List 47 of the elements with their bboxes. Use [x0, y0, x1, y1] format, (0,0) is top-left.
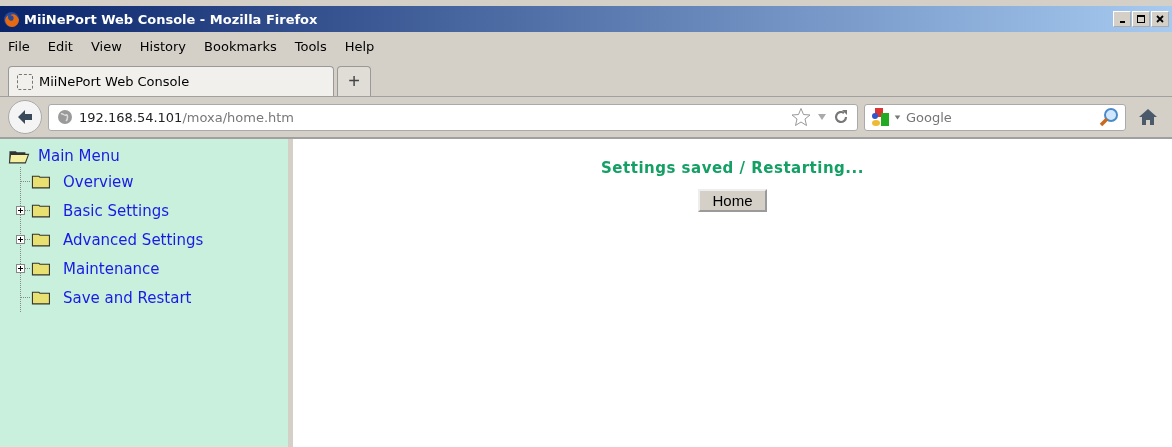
menu-item[interactable]: Tools — [294, 38, 327, 54]
url-host: 192.168.54.101 — [79, 109, 183, 125]
search-icon[interactable] — [1099, 107, 1119, 127]
expand-icon[interactable] — [16, 264, 25, 273]
globe-icon — [57, 109, 73, 125]
menu-item[interactable]: File — [8, 38, 30, 54]
address-bar[interactable]: 192.168.54.101/moxa/home.htm — [48, 103, 858, 131]
home-button[interactable]: Home — [698, 189, 767, 212]
folder-icon — [31, 173, 53, 190]
menu-item[interactable]: History — [139, 38, 187, 54]
maximize-button[interactable] — [1132, 11, 1150, 27]
tree-item[interactable]: Save and Restart — [63, 288, 192, 307]
url-path: /moxa/home.htm — [182, 109, 294, 125]
expand-icon[interactable] — [16, 235, 25, 244]
menu-item[interactable]: Help — [344, 38, 375, 54]
menu-item[interactable]: Edit — [47, 38, 73, 54]
search-engine-icon — [871, 107, 891, 127]
status-message: Settings saved / Restarting... — [601, 159, 864, 177]
folder-icon — [31, 289, 53, 306]
tree-item[interactable]: Advanced Settings — [63, 230, 204, 249]
menu-item[interactable]: Bookmarks — [204, 38, 277, 54]
search-bar[interactable]: Google — [864, 103, 1126, 131]
browser-logo-icon — [3, 10, 20, 28]
minimize-button[interactable] — [1113, 11, 1131, 27]
tree-item[interactable]: Basic Settings — [63, 201, 169, 220]
menu-item[interactable]: View — [90, 38, 122, 54]
close-button[interactable] — [1151, 11, 1169, 27]
folder-icon — [31, 202, 53, 219]
tree-item[interactable]: Overview — [63, 172, 134, 191]
minimize-icon — [1119, 21, 1125, 23]
back-button[interactable] — [8, 100, 42, 134]
maximize-icon — [1136, 14, 1146, 24]
page-icon — [17, 73, 33, 90]
reload-icon[interactable] — [833, 109, 849, 125]
star-icon[interactable] — [791, 107, 811, 127]
home-icon[interactable] — [1138, 107, 1158, 127]
close-icon — [1155, 14, 1165, 24]
tree-item[interactable]: Maintenance — [63, 259, 160, 278]
tab-title: MiiNePort Web Console — [39, 74, 190, 89]
tree-item[interactable]: Main Menu — [8, 145, 280, 167]
folder-icon — [31, 260, 53, 277]
new-tab-button[interactable]: + — [337, 66, 371, 96]
expand-icon[interactable] — [16, 206, 25, 215]
dropdown-arrow-icon[interactable] — [894, 113, 901, 121]
folder-icon — [31, 231, 53, 248]
browser-tab[interactable]: MiiNePort Web Console — [8, 66, 334, 96]
window-title: MiiNePort Web Console - Mozilla Firefox — [24, 11, 318, 27]
